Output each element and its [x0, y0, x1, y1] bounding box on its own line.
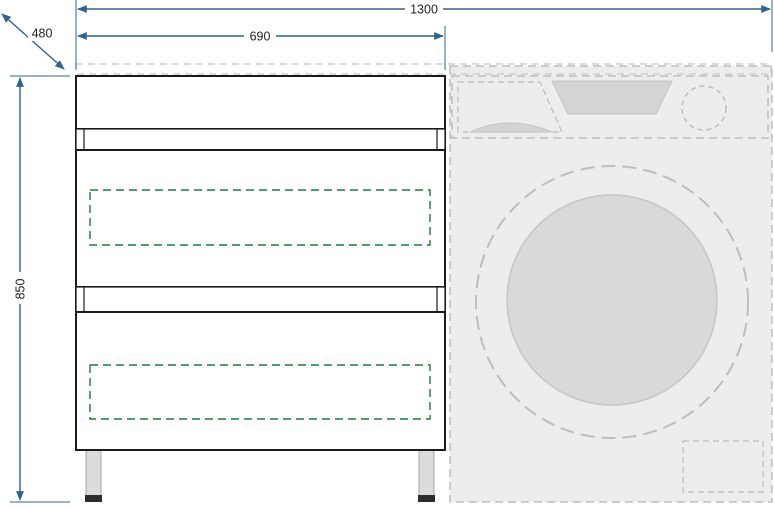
dimension-line-depth [1, 13, 65, 70]
vanity-cabinet [75, 75, 446, 502]
gap-strip-upper [75, 128, 446, 151]
vanity-washer-drawing: 1300 690 480 850 [1, 0, 773, 503]
right-foot [418, 495, 435, 502]
washer-door-glass [506, 194, 718, 406]
right-leg [418, 449, 435, 497]
left-leg [85, 449, 102, 497]
left-foot [85, 495, 102, 502]
diagram-canvas: 1300 690 480 850 [0, 0, 774, 504]
washer-display-panel [551, 80, 673, 115]
dimension-label-height: 850 [14, 279, 28, 300]
drawer-upper [75, 149, 446, 288]
dimension-label-total-width: 1300 [410, 3, 438, 17]
gap-strip-lower [75, 286, 446, 313]
countertop-front [75, 75, 446, 130]
drawer-lower [75, 311, 446, 451]
dimension-label-depth: 480 [32, 27, 53, 41]
dimension-label-cabinet-width: 690 [250, 30, 271, 44]
